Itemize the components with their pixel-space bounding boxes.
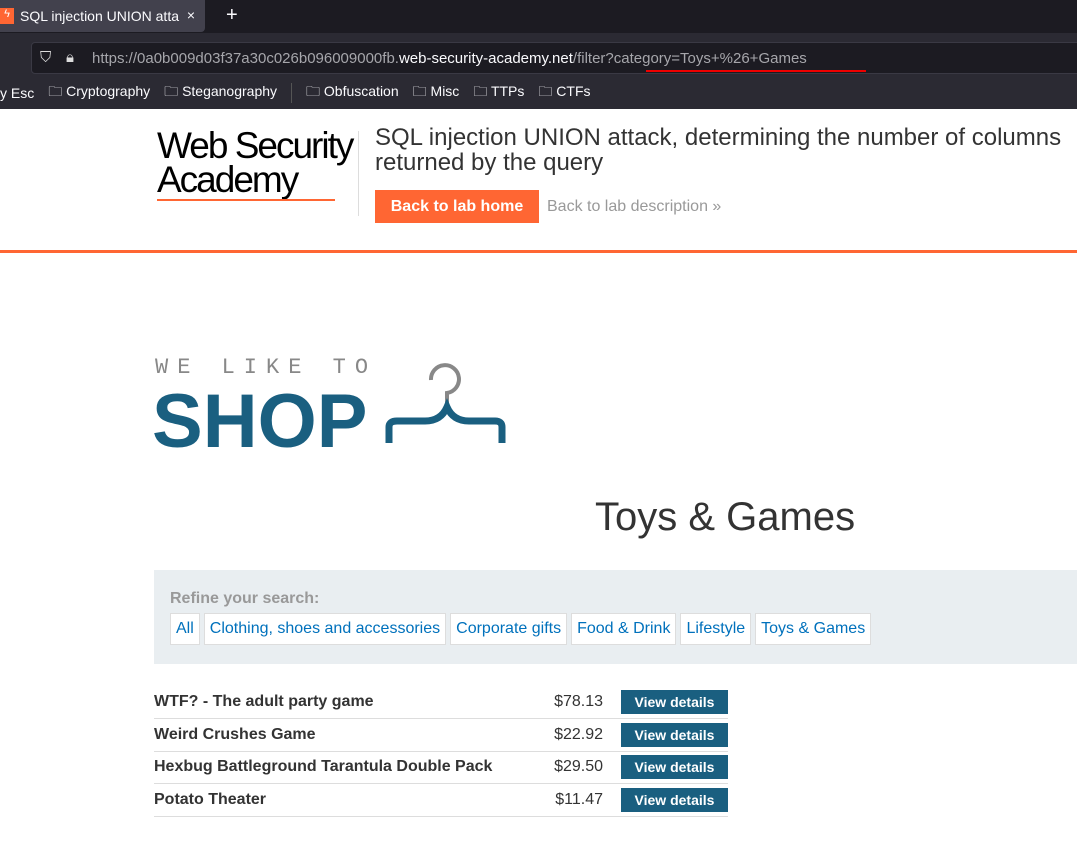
bookmark-folder[interactable]: 🗀 Cryptography <box>48 81 150 105</box>
new-tab-button[interactable]: + <box>226 4 238 27</box>
product-price: $22.92 <box>543 718 621 752</box>
close-tab-icon[interactable]: × <box>187 7 195 23</box>
shield-icon[interactable]: ⛉ <box>40 49 51 66</box>
back-to-lab-home-button[interactable]: Back to lab home <box>375 190 539 223</box>
red-annotation-underline <box>646 70 866 72</box>
refine-label: Refine your search: <box>170 590 320 607</box>
bookmark-label: Misc <box>430 83 460 99</box>
table-row: WTF? - The adult party game $78.13 View de… <box>154 686 728 719</box>
bookmark[interactable]: y Esc <box>0 85 34 101</box>
url-host: web-security-academy.net <box>398 49 573 67</box>
lab-header: Web Security Academy SQL injection UNION … <box>0 109 1077 253</box>
bookmark-label: Steganography <box>182 83 278 99</box>
category-title: Toys & Games <box>595 495 856 539</box>
bookmark-label: Obfuscation <box>323 83 399 99</box>
nav-bar: ⛉ 🔒︎ https://0a0b009d03f37a30c026b096009… <box>0 33 1077 109</box>
filter-lifestyle[interactable]: Lifestyle <box>680 613 752 645</box>
lab-favicon-icon: ϟ <box>0 8 14 24</box>
hanger-icon <box>385 363 506 443</box>
bookmark-folder[interactable]: 🗀 TTPs <box>473 81 524 105</box>
shop-tagline: WE LIKE TO <box>155 355 378 380</box>
browser-tab[interactable]: ϟ SQL injection UNION atta × <box>0 0 205 32</box>
bookmark-folder[interactable]: 🗀 Obfuscation <box>306 81 399 105</box>
bookmark-label: TTPs <box>490 83 525 99</box>
bookmark-label: Cryptography <box>66 83 151 99</box>
view-details-button[interactable]: View details <box>621 690 728 714</box>
product-name: Hexbug Battleground Tarantula Double Pac… <box>154 751 544 784</box>
filter-corporate-gifts[interactable]: Corporate gifts <box>450 613 568 645</box>
academy-logo[interactable]: Web Security Academy <box>157 125 354 201</box>
logo-line1: Web Security <box>157 125 354 166</box>
url-bar[interactable]: ⛉ 🔒︎ https://0a0b009d03f37a30c026b096009… <box>31 42 1077 74</box>
product-table: WTF? - The adult party game $78.13 View de… <box>154 686 728 817</box>
url-path: /filter?category=Toys+%26+Games <box>572 49 807 67</box>
view-details-button[interactable]: View details <box>621 787 728 812</box>
view-details-button[interactable]: View details <box>621 755 728 780</box>
filter-food-drink[interactable]: Food & Drink <box>571 613 677 645</box>
product-price: $11.47 <box>543 783 621 817</box>
bookmark-folder[interactable]: 🗀 Steganography <box>164 81 277 105</box>
filter-toys-games[interactable]: Toys & Games <box>755 613 872 645</box>
lock-icon[interactable]: 🔒︎ <box>66 49 74 66</box>
view-details-button[interactable]: View details <box>621 722 728 747</box>
shop-logo[interactable]: SHOP <box>152 378 367 465</box>
bookmark-folder[interactable]: 🗀 CTFs <box>538 81 590 105</box>
tab-title: SQL injection UNION atta <box>20 8 179 24</box>
filter-all[interactable]: All <box>170 613 200 645</box>
divider <box>358 131 359 216</box>
refine-search-panel: Refine your search: All Clothing, shoes … <box>154 570 1077 664</box>
bookmark-separator <box>291 83 293 103</box>
table-row: Weird Crushes Game $22.92 View details <box>154 718 728 752</box>
bookmark-folder[interactable]: 🗀 Misc <box>413 81 460 105</box>
table-row: Hexbug Battleground Tarantula Double Pac… <box>154 751 728 784</box>
table-row: Potato Theater $11.47 View details <box>154 783 728 817</box>
product-price: $78.13 <box>543 686 621 719</box>
tab-bar: ϟ SQL injection UNION atta × + <box>0 0 1077 33</box>
bookmark-label: CTFs <box>556 83 591 99</box>
product-name: Potato Theater <box>154 783 544 817</box>
product-name: WTF? - The adult party game <box>154 686 544 719</box>
product-price: $29.50 <box>543 751 621 784</box>
bookmarks-bar: y Esc 🗀 Cryptography 🗀 Steganography 🗀 O… <box>0 83 591 103</box>
product-name: Weird Crushes Game <box>154 718 544 752</box>
logo-line2: Academy <box>157 159 299 200</box>
url-prefix: https://0a0b009d03f37a30c026b096009000fb… <box>92 49 399 67</box>
lab-title: SQL injection UNION attack, determining … <box>375 124 1062 176</box>
filter-clothing[interactable]: Clothing, shoes and accessories <box>203 613 447 645</box>
back-to-lab-description-link[interactable]: Back to lab description » <box>547 198 721 216</box>
